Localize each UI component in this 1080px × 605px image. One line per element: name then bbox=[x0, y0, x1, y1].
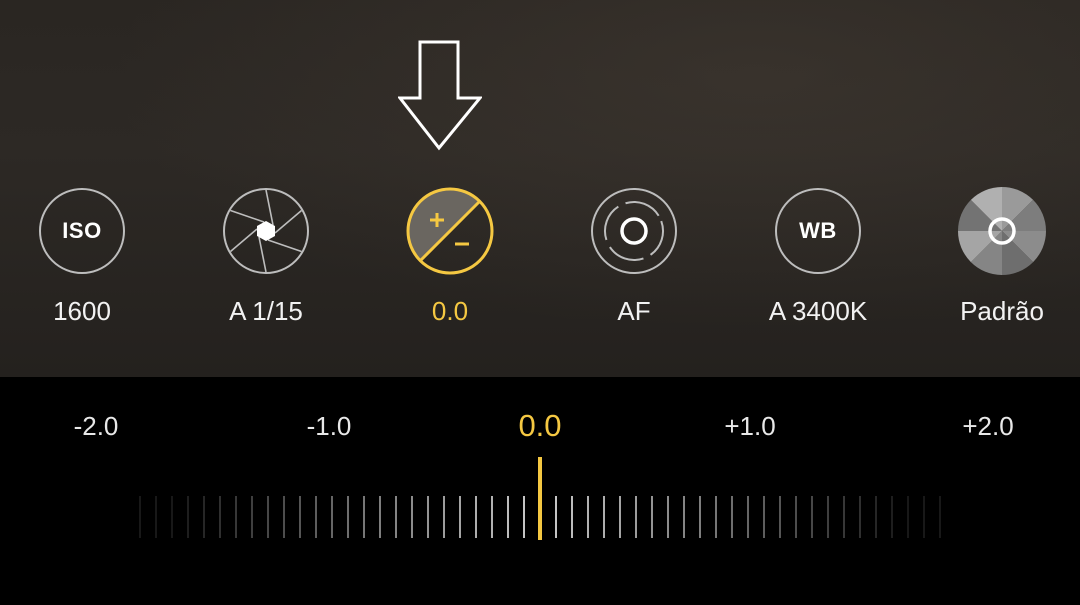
style-value: Padrão bbox=[960, 296, 1044, 326]
iso-value: 1600 bbox=[53, 296, 111, 326]
iso-control[interactable]: ISO 1600 bbox=[0, 188, 167, 327]
wb-icon-label: WB bbox=[799, 218, 837, 243]
exposure-value: 0.0 bbox=[431, 296, 469, 326]
down-arrow-icon bbox=[398, 40, 482, 151]
iso-icon-label: ISO bbox=[62, 218, 102, 243]
shutter-control[interactable]: A 1/15 bbox=[181, 188, 351, 327]
exposure-ruler-slider[interactable] bbox=[0, 377, 1080, 605]
iso-icon: ISO bbox=[39, 188, 125, 274]
camera-viewfinder: ISO 1600 A 1/15 0.0 AF WB A 3400K Padrão bbox=[0, 0, 1080, 377]
exposure-compensation-panel[interactable]: -2.0 -1.0 0.0 +1.0 +2.0 bbox=[0, 377, 1080, 605]
wb-icon: WB bbox=[775, 188, 861, 274]
white-balance-control[interactable]: WB A 3400K bbox=[733, 188, 903, 327]
aperture-shutter-icon bbox=[223, 188, 309, 274]
focus-control[interactable]: AF bbox=[549, 188, 719, 327]
white-balance-value: A 3400K bbox=[768, 296, 868, 326]
style-control[interactable]: Padrão bbox=[917, 187, 1080, 327]
exposure-control[interactable]: 0.0 bbox=[365, 187, 535, 327]
exposure-compensation-icon bbox=[406, 187, 494, 275]
focus-icon bbox=[591, 188, 677, 274]
focus-value: AF bbox=[617, 296, 651, 326]
color-style-icon bbox=[958, 187, 1046, 275]
shutter-value: A 1/15 bbox=[229, 296, 303, 326]
